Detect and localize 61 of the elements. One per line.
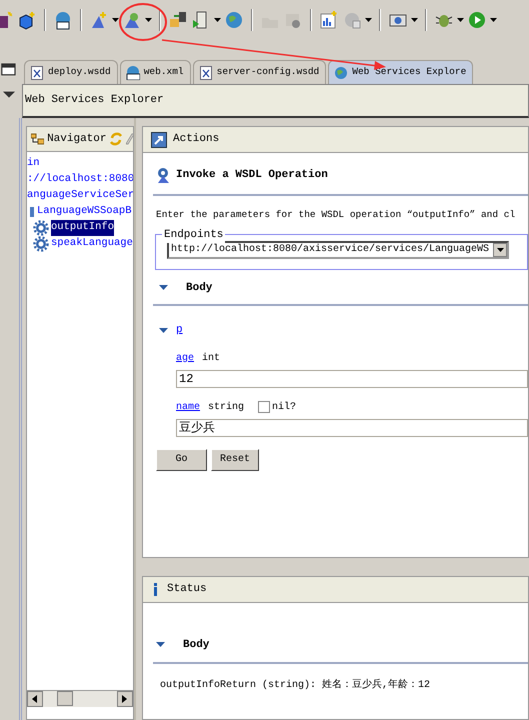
service-icon	[156, 167, 172, 184]
box-icon[interactable]	[0, 10, 14, 30]
collapse-icon[interactable]	[159, 328, 168, 334]
scroll-thumb[interactable]	[57, 691, 73, 706]
reset-button[interactable]: Reset	[211, 448, 260, 471]
xml-file-icon	[30, 66, 44, 80]
editor-tab[interactable]: server-config.wsdd	[192, 60, 326, 84]
field-type: int	[202, 352, 220, 366]
scroll-right-icon[interactable]	[122, 695, 128, 703]
go-button[interactable]: Go	[156, 448, 207, 471]
collapse-icon[interactable]	[156, 642, 165, 648]
tree-item[interactable]: anguageServiceSer	[27, 188, 133, 204]
editor-title: Web Services Explorer	[25, 93, 164, 108]
section-title: Body	[183, 638, 210, 653]
chart-icon[interactable]	[319, 10, 339, 30]
field-type: string	[208, 400, 244, 415]
gear-icon	[33, 236, 49, 252]
instruction-text: Enter the parameters for the WSDL operation “outputInfo” and cl	[156, 208, 516, 222]
operation-heading: Invoke a WSDL Operation	[176, 168, 328, 183]
status-title: Status	[167, 582, 207, 598]
tree-item[interactable]: LanguageWSSoapB	[37, 204, 132, 220]
nil-checkbox[interactable]	[258, 401, 270, 414]
globe-icon[interactable]	[53, 10, 73, 30]
endpoint-dropdown[interactable]: http://localhost:8080/axisservice/services/LanguageWS	[167, 240, 509, 259]
tree-item[interactable]: speakLanguage	[51, 236, 133, 252]
actions-title: Actions	[173, 132, 220, 148]
tree-item[interactable]: outputInfo	[51, 220, 114, 236]
info-icon	[153, 583, 159, 596]
caret-icon[interactable]	[365, 18, 372, 22]
navigator-title: Navigator	[47, 132, 106, 147]
result-text: outputInfoReturn (string): 姓名：豆少兵,年龄：12	[159, 678, 432, 692]
globe-icon	[334, 66, 348, 80]
server-icon[interactable]	[168, 10, 188, 30]
nil-label: nil?	[272, 400, 296, 415]
caret-icon[interactable]	[112, 18, 119, 22]
annotation-circle	[119, 3, 167, 41]
caret-icon[interactable]	[490, 18, 497, 22]
caret-icon[interactable]	[457, 18, 464, 22]
field-link[interactable]: name	[176, 400, 200, 415]
input-field[interactable]: 豆少兵	[176, 418, 528, 437]
endpoints-legend: Endpoints	[162, 226, 226, 244]
collapse-icon[interactable]	[159, 285, 168, 291]
input-field[interactable]: 12	[176, 370, 528, 388]
editor-tab[interactable]: deploy.wsdd	[24, 60, 118, 84]
caret-icon[interactable]	[145, 18, 152, 22]
horizontal-scrollbar[interactable]	[27, 690, 133, 707]
gear-icon	[33, 220, 49, 236]
caret-icon[interactable]	[411, 18, 418, 22]
tree-icon	[31, 133, 44, 145]
web-file-icon	[126, 66, 140, 80]
section-title: Body	[186, 280, 212, 296]
editor-tab[interactable]: web.xml	[120, 60, 191, 84]
caret-icon[interactable]	[214, 18, 221, 22]
caret-icon[interactable]	[496, 248, 504, 252]
parameter-link[interactable]: p	[176, 322, 183, 339]
cube-icon[interactable]	[17, 10, 37, 30]
xml-file-icon	[198, 66, 213, 80]
tree-item[interactable]: in	[27, 156, 40, 172]
scroll-left-icon[interactable]	[32, 695, 38, 703]
editor-tab[interactable]: Web Services Explore	[328, 60, 474, 84]
field-link[interactable]: age	[176, 350, 194, 366]
